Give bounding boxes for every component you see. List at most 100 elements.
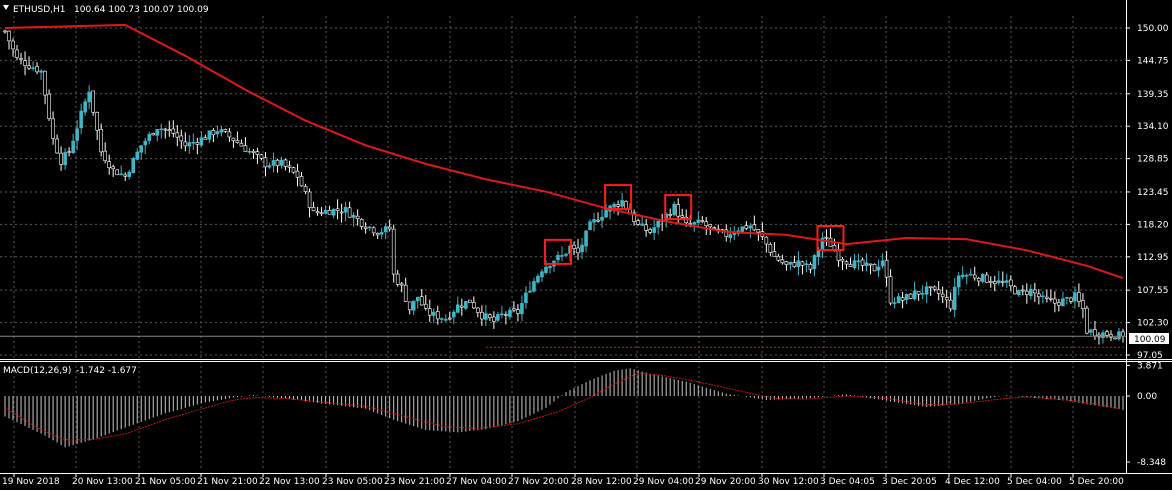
- candle-body: [888, 276, 893, 304]
- candle-body: [960, 274, 965, 278]
- candle-body: [844, 261, 849, 265]
- candle-body: [1065, 297, 1069, 299]
- candle-body: [856, 260, 861, 263]
- candle-body: [1037, 293, 1041, 298]
- candle-body: [99, 129, 103, 153]
- candle-body: [55, 138, 59, 154]
- candle-body: [223, 129, 228, 132]
- price-tick-label: 150.00: [1137, 24, 1169, 34]
- candle-body: [315, 211, 320, 214]
- candle-body: [215, 131, 220, 135]
- candle-body: [712, 227, 717, 229]
- candle-body: [788, 261, 793, 265]
- candle-body: [59, 152, 63, 165]
- candle-body: [452, 311, 456, 318]
- candle-body: [439, 318, 444, 320]
- candle-body: [976, 278, 981, 282]
- macd-tick-label: 0.00: [1137, 392, 1157, 402]
- candle-body: [780, 259, 785, 264]
- candle-body: [852, 260, 857, 269]
- candle-body: [792, 262, 797, 267]
- time-tick-label: 29 Nov 04:00: [633, 477, 694, 487]
- time-tick-label: 21 Nov 05:00: [135, 477, 196, 487]
- candle-body: [692, 222, 697, 225]
- candle-body: [39, 70, 43, 73]
- candle-body: [431, 311, 436, 316]
- candle-body: [1029, 288, 1033, 297]
- time-tick-label: 23 Nov 21:00: [384, 477, 445, 487]
- price-tick-label: 97.05: [1137, 351, 1163, 361]
- candle-body: [576, 247, 580, 254]
- candle-body: [672, 203, 676, 216]
- candle-body: [379, 231, 384, 235]
- candle-body: [159, 128, 164, 131]
- candle-body: [620, 200, 624, 207]
- candle-body: [231, 137, 236, 141]
- candle-body: [704, 221, 709, 227]
- candle-body: [19, 58, 23, 60]
- time-tick-label: 5 Dec 20:00: [1069, 477, 1124, 487]
- candle-body: [23, 60, 27, 66]
- candle-body: [155, 129, 160, 136]
- candle-body: [195, 142, 200, 145]
- candle-body: [676, 204, 681, 217]
- candle-body: [67, 151, 71, 153]
- candle-body: [355, 215, 360, 219]
- candle-body: [1077, 292, 1081, 302]
- candle-body: [163, 128, 168, 131]
- macd-values: -1.742 -1.677: [76, 366, 137, 376]
- candle-body: [864, 262, 869, 266]
- candle-body: [496, 314, 500, 321]
- candle-body: [203, 137, 208, 140]
- candle-body: [311, 207, 316, 212]
- candle-body: [876, 266, 881, 271]
- candle-body: [167, 129, 172, 131]
- candle-body: [299, 176, 304, 187]
- candle-body: [1008, 279, 1013, 287]
- time-tick-label: 4 Dec 12:00: [945, 477, 1000, 487]
- candle-body: [644, 224, 648, 231]
- candle-body: [988, 281, 993, 284]
- candle-body: [251, 150, 256, 154]
- candle-body: [419, 296, 424, 306]
- candle-body: [508, 309, 512, 317]
- candle-body: [111, 166, 115, 170]
- candle-body: [395, 273, 400, 285]
- candle-body: [75, 128, 79, 141]
- time-tick-label: 23 Nov 05:00: [322, 477, 383, 487]
- candle-body: [347, 207, 352, 218]
- macd-tick-label: -8.348: [1137, 458, 1166, 468]
- candle-body: [1113, 337, 1117, 340]
- candle-body: [1093, 329, 1097, 337]
- candle-body: [267, 165, 272, 168]
- candle-body: [227, 131, 232, 138]
- time-tick-label: 20 Nov 13:00: [72, 477, 133, 487]
- candle-body: [343, 207, 348, 213]
- time-tick-label: 27 Nov 04:00: [446, 477, 507, 487]
- candle-body: [556, 254, 560, 261]
- candle-body: [640, 223, 644, 226]
- trading-chart[interactable]: 150.00 144.75 139.35 134.10 128.85 123.45 118.…: [0, 0, 1172, 490]
- candle-body: [944, 297, 949, 301]
- candle-body: [588, 221, 592, 231]
- price-tick-label: 107.55: [1137, 286, 1169, 296]
- candle-body: [600, 216, 604, 221]
- candle-body: [488, 314, 492, 318]
- candle-body: [696, 219, 701, 223]
- time-tick-label: 30 Nov 12:00: [758, 477, 819, 487]
- candle-body: [504, 314, 508, 316]
- candle-body: [636, 220, 640, 225]
- candle-body: [139, 145, 144, 153]
- candle-body: [107, 161, 111, 169]
- candle-body: [848, 264, 853, 267]
- candle-body: [43, 70, 47, 96]
- candle-body: [916, 291, 921, 295]
- candle-body: [243, 145, 248, 152]
- candle-body: [1105, 331, 1109, 336]
- candle-body: [596, 219, 600, 222]
- time-tick-label: 28 Nov 12:00: [571, 477, 632, 487]
- candle-body: [1000, 280, 1005, 283]
- candle-body: [259, 154, 264, 159]
- candle-body: [287, 165, 292, 168]
- candle-body: [948, 299, 953, 310]
